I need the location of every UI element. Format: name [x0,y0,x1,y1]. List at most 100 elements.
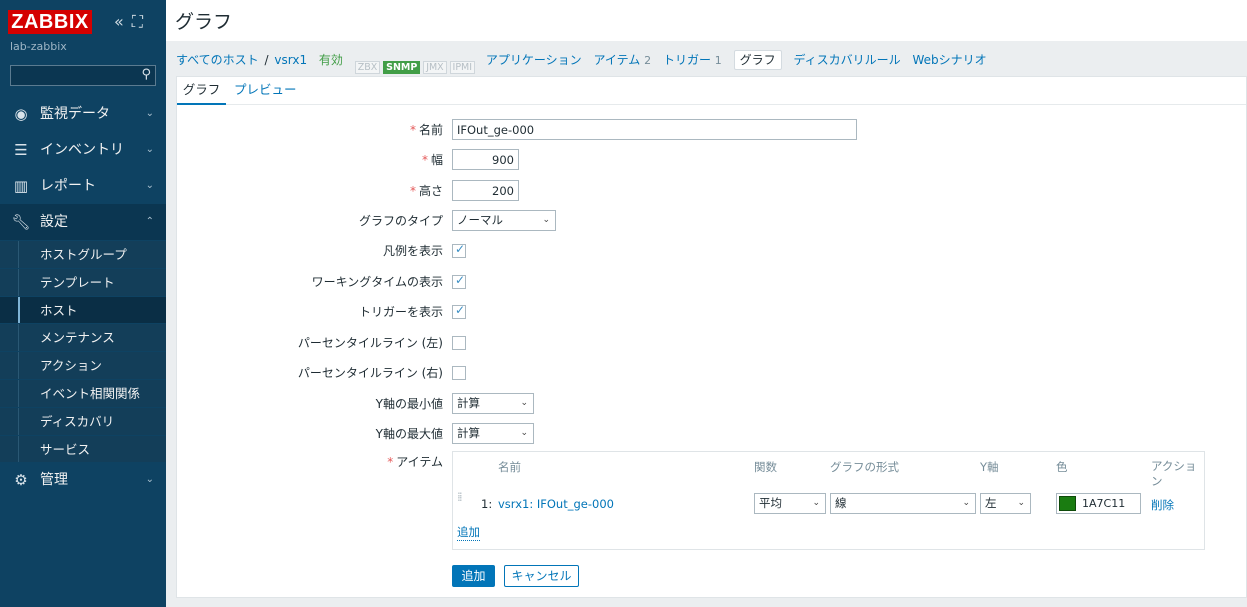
percentile-right-checkbox[interactable] [452,366,466,380]
page-title: グラフ [175,11,233,33]
item-draw-style-value: 線 [835,496,847,510]
ymin-select[interactable]: 計算 ⌄ [452,393,534,414]
gear-icon: ⚙ [14,471,28,490]
menu-inventory[interactable]: ☰ インベントリ ⌄ [0,132,166,168]
submenu-maintenance[interactable]: メンテナンス [0,323,166,352]
row-percentile-right: パーセンタイルライン (右) [177,362,1246,384]
item-color-picker[interactable]: 1A7C11 [1056,493,1141,514]
show-triggers-checkbox[interactable]: ✓ [452,303,466,319]
check-icon: ✓ [455,303,466,317]
breadcrumb-host[interactable]: vsrx1 [274,53,307,67]
item-remove-link[interactable]: 削除 [1151,497,1174,513]
nav-graphs[interactable]: グラフ [733,50,782,70]
header-action: アクション [1151,459,1197,488]
row-show-legend: 凡例を表示 ✓ [177,240,1246,262]
percentile-right-label: パーセンタイルライン (右) [297,366,443,380]
menu-label: レポート [40,178,96,194]
menu-label: 監視データ [40,106,110,122]
menu-monitoring[interactable]: ◉ 監視データ ⌄ [0,96,166,132]
graph-type-select[interactable]: ノーマル ⌄ [452,210,556,231]
menu-reports[interactable]: ▥ レポート ⌄ [0,168,166,204]
wrench-icon: 🔧︎ [11,213,31,231]
row-ymax: Y軸の最大値 計算 ⌄ [177,423,1246,445]
submenu-event-correlation[interactable]: イベント相関関係 [0,378,166,407]
height-input[interactable] [452,180,519,201]
submenu-host-groups[interactable]: ホストグループ [0,240,166,268]
header-y-axis: Y軸 [980,460,999,474]
row-name: * 名前 [177,119,1246,141]
chevron-down-icon: ⌄ [812,498,820,508]
show-legend-checkbox[interactable]: ✓ [452,242,466,258]
row-width: * 幅 [177,149,1246,171]
nav-applications[interactable]: アプリケーション [486,47,582,73]
search-icon[interactable]: ⚲ [141,67,151,82]
configuration-submenu: ホストグループ テンプレート ホスト メンテナンス アクション イベント相関関係… [0,240,166,463]
badge-ipmi: IPMI [449,61,476,74]
nav-discovery-rules[interactable]: ディスカバリルール [793,47,900,73]
add-item-link[interactable]: 追加 [457,524,480,541]
item-name-link[interactable]: vsrx1: IFOut_ge-000 [498,497,614,511]
show-triggers-label: トリガーを表示 [358,305,443,319]
kiosk-mode-icon[interactable]: ⛶ [132,12,143,32]
nav-triggers[interactable]: トリガー [663,53,711,67]
nav-web-scenarios[interactable]: Webシナリオ [912,47,986,73]
check-icon: ✓ [455,273,466,287]
list-icon: ☰ [14,141,28,159]
ymax-select[interactable]: 計算 ⌄ [452,423,534,444]
menu-label: 設定 [40,214,68,230]
breadcrumb-separator: / [264,53,269,67]
page-header: グラフ [166,0,1247,41]
row-graph-type: グラフのタイプ ノーマル ⌄ [177,210,1246,232]
ymax-value: 計算 [457,426,480,440]
items-table: 名前 関数 グラフの形式 Y軸 色 アクション ⁞⁞ 1: vsrx1: IFO… [452,451,1205,550]
chevron-down-icon: ⌄ [542,215,550,225]
items-count: 2 [644,54,652,67]
badge-jmx: JMX [423,61,447,74]
item-color-value: 1A7C11 [1082,497,1126,510]
show-legend-label: 凡例を表示 [382,244,443,258]
show-working-time-label: ワーキングタイムの表示 [311,275,443,289]
color-swatch[interactable] [1059,496,1076,511]
cancel-button[interactable]: キャンセル [504,565,579,587]
check-icon: ✓ [455,242,466,256]
item-y-axis-select[interactable]: 左 ⌄ [980,493,1031,514]
triggers-count: 1 [714,54,722,67]
menu-administration[interactable]: ⚙ 管理 ⌄ [0,462,166,498]
header-function: 関数 [754,460,777,474]
width-input[interactable] [452,149,519,170]
ymax-label: Y軸の最大値 [375,427,443,441]
menu-configuration[interactable]: 🔧︎ 設定 ⌃ [0,204,166,240]
nav-items[interactable]: アイテム [593,53,640,67]
row-ymin: Y軸の最小値 計算 ⌄ [177,393,1246,415]
tab-preview[interactable]: プレビュー [234,77,297,105]
percentile-left-checkbox[interactable] [452,336,466,350]
item-draw-style-select[interactable]: 線 ⌄ [830,493,976,514]
zabbix-logo[interactable]: ZABBIX [8,10,92,34]
ymin-value: 計算 [457,396,480,410]
collapse-sidebar-icon[interactable]: « [114,12,124,31]
tab-graph[interactable]: グラフ [177,77,226,105]
chevron-down-icon: ⌄ [1017,498,1025,508]
item-function-select[interactable]: 平均 ⌄ [754,493,826,514]
submenu-hosts[interactable]: ホスト [0,295,166,324]
submenu-templates[interactable]: テンプレート [0,267,166,296]
breadcrumb-all-hosts[interactable]: すべてのホスト [176,53,259,67]
chevron-down-icon: ⌄ [962,498,970,508]
show-working-time-checkbox[interactable]: ✓ [452,273,466,289]
drag-handle-icon[interactable]: ⁞⁞ [457,491,465,511]
width-label: 幅 [430,153,443,167]
add-button[interactable]: 追加 [452,565,495,587]
sidebar: ZABBIX « ⛶ lab-zabbix ⚲ ◉ 監視データ ⌄ ☰ インベント… [0,0,166,607]
row-show-triggers: トリガーを表示 ✓ [177,301,1246,323]
search-input[interactable]: ⚲ [10,65,156,86]
host-status[interactable]: 有効 [319,47,343,73]
eye-icon: ◉ [14,105,28,123]
name-label: 名前 [418,123,443,137]
row-percentile-left: パーセンタイルライン (左) [177,332,1246,354]
name-input[interactable] [452,119,857,140]
chevron-down-icon: ⌄ [520,428,528,438]
submenu-services[interactable]: サービス [0,434,166,463]
header-color: 色 [1056,460,1068,474]
submenu-actions[interactable]: アクション [0,351,166,379]
submenu-discovery[interactable]: ディスカバリ [0,406,166,435]
